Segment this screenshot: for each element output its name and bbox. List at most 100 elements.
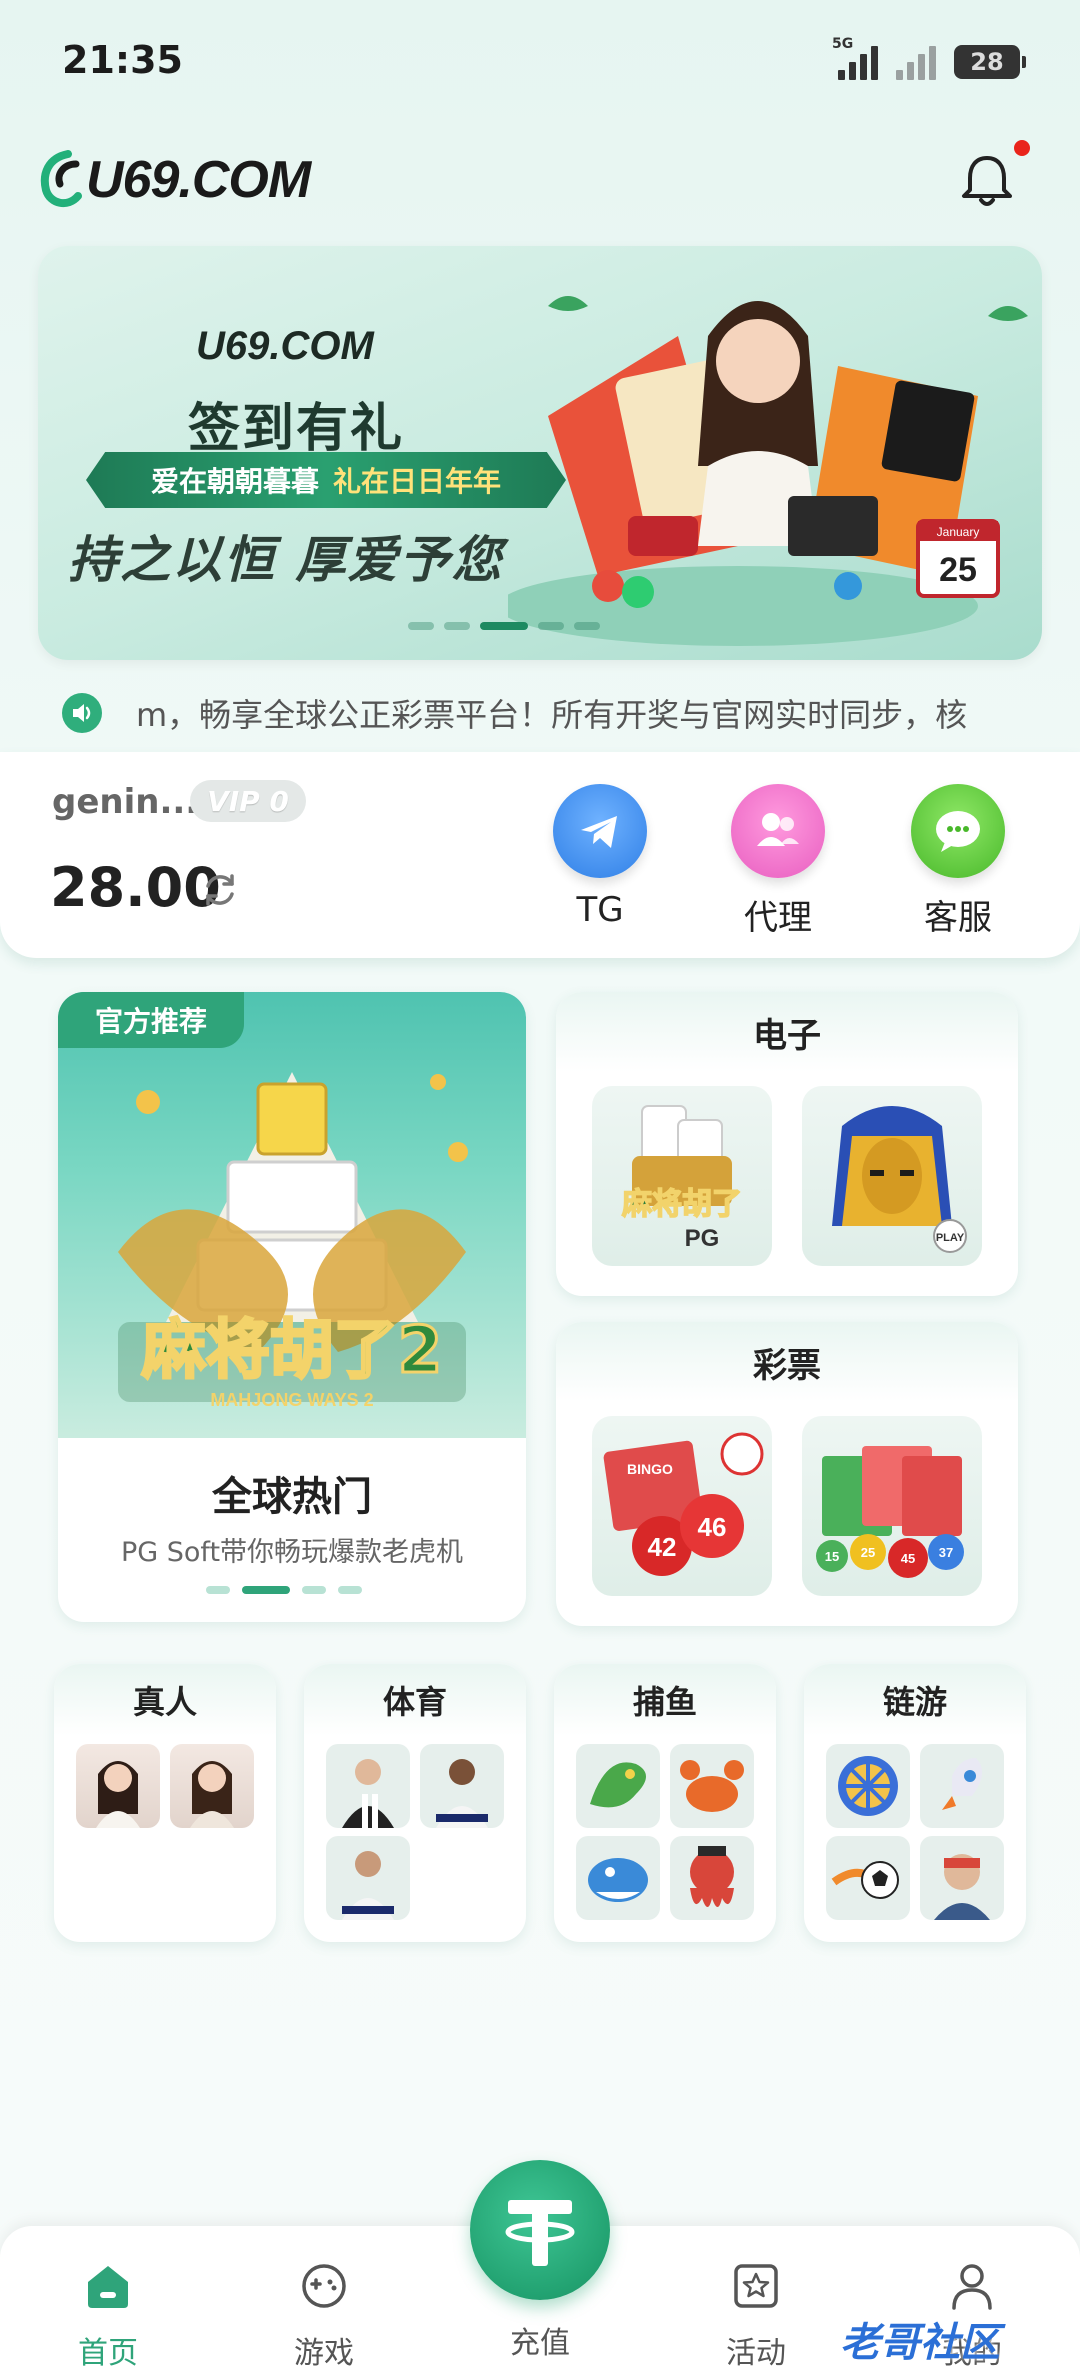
status-bar: 21:35 5G 28 xyxy=(0,0,1080,120)
tg-label: TG xyxy=(576,890,624,930)
status-icons: 5G 28 xyxy=(832,36,1026,80)
support-button[interactable]: 客服 xyxy=(888,784,1028,939)
ball-15: 15 xyxy=(825,1549,839,1564)
live-dealer-thumb-1[interactable] xyxy=(76,1744,160,1828)
section-electronic-title: 电子 xyxy=(556,992,1018,1072)
battery-level: 28 xyxy=(970,48,1004,76)
featured-dot-active[interactable] xyxy=(242,1586,290,1594)
section-electronic[interactable]: 电子 麻将胡了 PG PLAY xyxy=(556,992,1018,1296)
gamepad-icon xyxy=(302,2264,346,2308)
live-dealer-thumb-2[interactable] xyxy=(170,1744,254,1828)
ball-45: 45 xyxy=(901,1551,915,1566)
balance-amount: 28.00 xyxy=(50,856,221,919)
telegram-icon xyxy=(553,784,647,878)
tile-play-badge: PLAY xyxy=(936,1232,965,1244)
notification-dot xyxy=(1014,140,1030,156)
banner-dot-active[interactable] xyxy=(480,622,528,630)
agent-button[interactable]: 代理 xyxy=(708,784,848,939)
game-tile-bingo[interactable]: BINGO 42 46 xyxy=(592,1416,772,1596)
chain-soccer-thumb[interactable] xyxy=(826,1836,910,1920)
section-lottery[interactable]: 彩票 BINGO 42 46 15 25 45 37 xyxy=(556,1322,1018,1626)
home-icon xyxy=(88,2266,128,2308)
sports-player-thumb-3[interactable] xyxy=(326,1836,410,1920)
promo-banner[interactable]: U69.COM 签到有礼 爱在朝朝暮暮 礼在日日年年 持之以恒 厚爱予您 Jan… xyxy=(38,246,1042,660)
banner-dot[interactable] xyxy=(444,622,470,630)
deposit-button[interactable] xyxy=(470,2160,610,2300)
banner-logo: U69.COM xyxy=(196,324,374,368)
announcement-marquee[interactable]: m，畅享全球公正彩票平台！所有开奖与官网实时同步，核 xyxy=(62,686,1022,740)
network-label: 5G xyxy=(832,36,854,52)
tether-icon xyxy=(505,2200,575,2266)
featured-art-subtitle: MAHJONG WAYS 2 xyxy=(210,1390,373,1410)
marquee-text: m，畅享全球公正彩票平台！所有开奖与官网实时同步，核 xyxy=(136,696,968,734)
watermark: 老哥社区 xyxy=(840,2320,1000,2366)
featured-art-title: 麻将胡了2 xyxy=(142,1314,443,1388)
nav-home[interactable]: 首页 xyxy=(48,2258,168,2372)
banner-dot[interactable] xyxy=(538,622,564,630)
banner-dot[interactable] xyxy=(574,622,600,630)
nav-games[interactable]: 游戏 xyxy=(264,2258,384,2372)
section-fishing[interactable]: 捕鱼 xyxy=(554,1664,776,1942)
nav-games-label: 游戏 xyxy=(294,2336,354,2371)
battery-icon: 28 xyxy=(954,45,1026,79)
section-sports[interactable]: 体育 xyxy=(304,1664,526,1942)
featured-pagination xyxy=(206,1586,362,1594)
vip-badge[interactable]: VIP 0 xyxy=(190,780,306,822)
featured-dot[interactable] xyxy=(338,1586,362,1594)
fishing-crab-thumb[interactable] xyxy=(670,1744,754,1828)
ball-42: 42 xyxy=(648,1532,677,1562)
activity-star-icon xyxy=(734,2264,778,2308)
app-screen: 21:35 5G 28 U69.COM U69.COM 签到有礼 爱在朝朝暮暮 … xyxy=(0,0,1080,2376)
section-chain-games[interactable]: 链游 xyxy=(804,1664,1026,1942)
tile-bingo-text: BINGO xyxy=(627,1461,673,1477)
refresh-icon[interactable] xyxy=(198,868,242,912)
banner-pagination xyxy=(408,622,600,630)
tg-button[interactable]: TG xyxy=(530,784,670,930)
banner-title: 签到有礼 xyxy=(188,399,405,459)
fishing-shark-thumb[interactable] xyxy=(576,1836,660,1920)
nav-home-label: 首页 xyxy=(78,2336,138,2371)
agent-label: 代理 xyxy=(744,898,812,938)
notification-bell-icon[interactable] xyxy=(956,150,1018,212)
fishing-dragon-thumb[interactable] xyxy=(576,1744,660,1828)
tile-mahjong-pg: PG xyxy=(685,1225,720,1252)
featured-game-card[interactable]: 麻将胡了2 MAHJONG WAYS 2 官方推荐 全球热门 PG Soft带你… xyxy=(58,992,526,1622)
ball-25: 25 xyxy=(861,1545,875,1560)
banner-subtitle: 持之以恒 厚爱予您 xyxy=(68,531,504,589)
nav-activity-label: 活动 xyxy=(726,2336,786,2371)
nav-activity[interactable]: 活动 xyxy=(696,2258,816,2372)
username: genin... xyxy=(52,782,199,822)
app-logo[interactable]: U69.COM xyxy=(38,150,311,210)
calendar-month: January xyxy=(937,525,980,539)
banner-dot[interactable] xyxy=(408,622,434,630)
user-profile-icon xyxy=(952,2264,992,2310)
fishing-octopus-thumb[interactable] xyxy=(670,1836,754,1920)
section-lottery-title: 彩票 xyxy=(556,1322,1018,1402)
game-tile-lotto[interactable]: 15 25 45 37 xyxy=(802,1416,982,1596)
featured-badge: 官方推荐 xyxy=(58,992,244,1048)
signal-no-sim-icon xyxy=(896,44,936,80)
ball-46: 46 xyxy=(698,1512,727,1542)
game-tile-pharaoh[interactable]: PLAY xyxy=(802,1086,982,1266)
banner-ribbon: 爱在朝朝暮暮 礼在日日年年 xyxy=(86,452,566,508)
chain-character-thumb[interactable] xyxy=(920,1836,1004,1920)
calendar-day: 25 xyxy=(939,551,977,589)
section-live[interactable]: 真人 xyxy=(54,1664,276,1942)
sports-player-thumb-2[interactable] xyxy=(420,1744,504,1828)
chain-rocket-thumb[interactable] xyxy=(920,1744,1004,1828)
featured-game-art: 麻将胡了2 MAHJONG WAYS 2 xyxy=(58,992,526,1438)
tile-mahjong-text: 麻将胡了 xyxy=(622,1187,742,1222)
featured-dot[interactable] xyxy=(302,1586,326,1594)
game-tile-mahjong[interactable]: 麻将胡了 PG xyxy=(592,1086,772,1266)
featured-dot[interactable] xyxy=(206,1586,230,1594)
chain-wheel-thumb[interactable] xyxy=(826,1744,910,1828)
section-live-title: 真人 xyxy=(54,1664,276,1736)
nav-deposit-label: 充值 xyxy=(510,2326,570,2361)
support-label: 客服 xyxy=(924,898,992,938)
logo-text: U69.COM xyxy=(86,151,311,209)
ribbon-right-text: 礼在日日年年 xyxy=(333,465,502,498)
section-chain-title: 链游 xyxy=(804,1664,1026,1736)
agent-icon xyxy=(731,784,825,878)
sports-player-thumb-1[interactable] xyxy=(326,1744,410,1828)
ball-37: 37 xyxy=(939,1545,953,1560)
